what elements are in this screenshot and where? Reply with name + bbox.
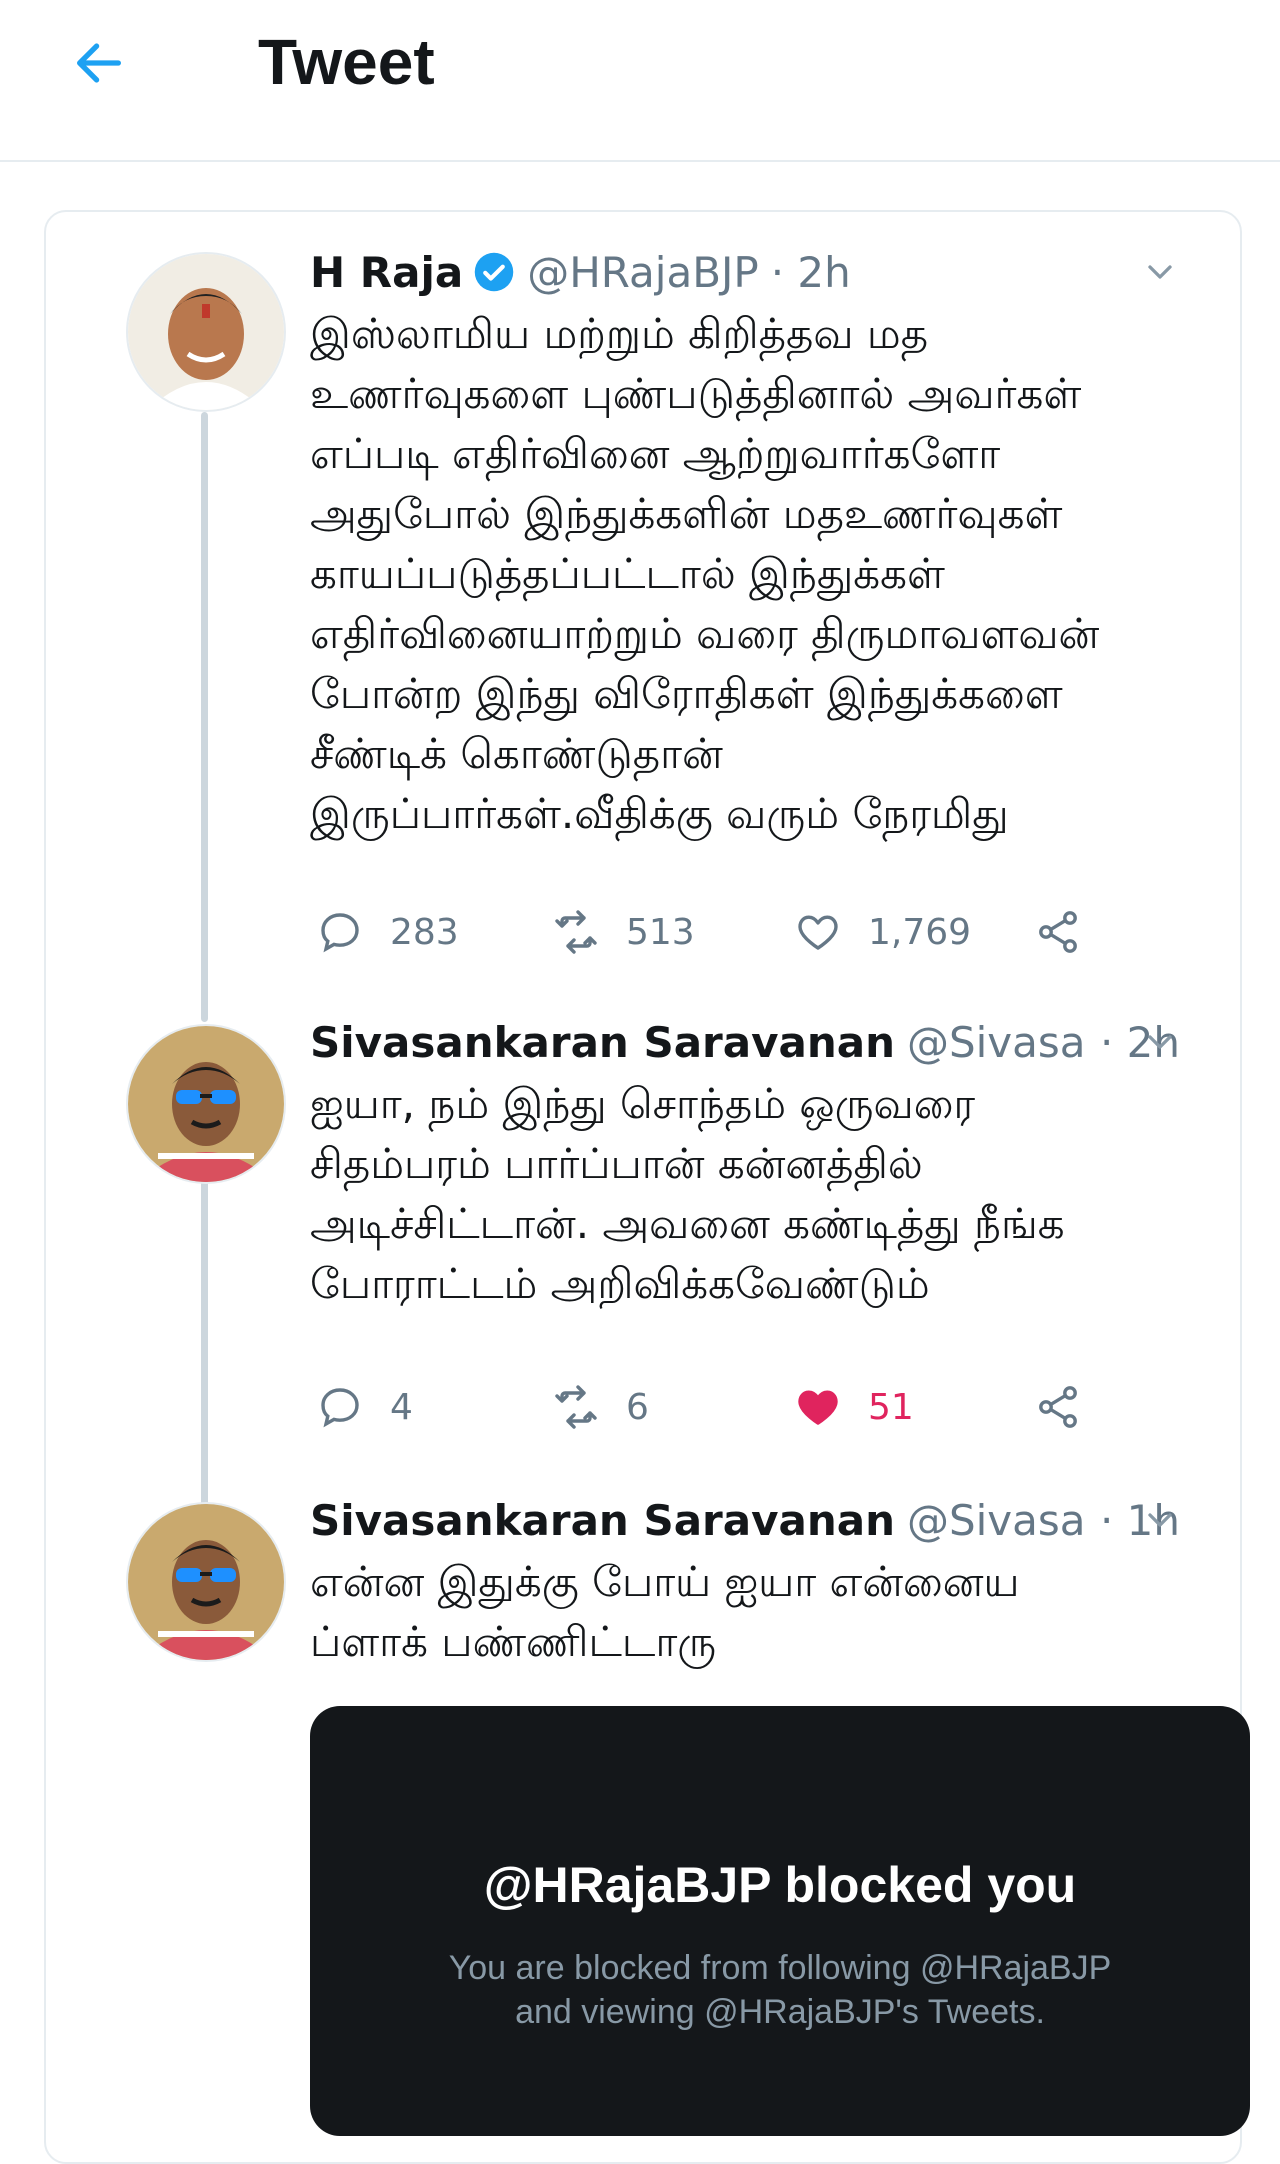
blocked-title: @HRajaBJP blocked you	[483, 1857, 1077, 1913]
author-handle[interactable]: @Sivasan...	[907, 1018, 1088, 1067]
share-icon	[1039, 911, 1077, 953]
tweet-header: H Raja @HRajaBJP · 2h	[310, 242, 1180, 302]
reply-button[interactable]: 283	[316, 902, 459, 962]
like-count: 1,769	[868, 911, 972, 953]
retweet-count: 6	[626, 1386, 649, 1428]
tweet-header: Sivasankaran Saravanan @Sivasan... · 2h	[310, 1012, 1180, 1072]
blocked-line-1: You are blocked from following @HRajaBJP	[448, 1949, 1112, 1987]
conversation-card: H Raja @HRajaBJP · 2h இஸ்லாமிய மற்றும் க…	[44, 210, 1250, 2164]
retweet-icon	[555, 910, 597, 954]
heart-icon	[798, 915, 838, 950]
blocked-description: You are blocked from following @HRajaBJP…	[310, 1946, 1250, 2034]
reply-icon	[321, 1388, 359, 1428]
like-button[interactable]: 1,769	[794, 902, 971, 962]
like-count: 51	[868, 1386, 914, 1428]
share-button[interactable]	[1034, 902, 1082, 962]
top-bar: Tweet	[0, 0, 1280, 162]
author-name[interactable]: H Raja	[310, 248, 463, 297]
verified-badge-icon	[474, 252, 514, 292]
reply-count: 4	[390, 1386, 413, 1428]
avatar[interactable]	[126, 252, 286, 412]
avatar[interactable]	[126, 1502, 286, 1662]
author-handle[interactable]: @HRajaBJP	[527, 248, 759, 297]
chevron-down-icon[interactable]	[1140, 1500, 1180, 1540]
avatar[interactable]	[126, 1024, 286, 1184]
tweet-actions: 4 6 51	[316, 1377, 1116, 1437]
retweet-count: 513	[626, 911, 695, 953]
retweet-button[interactable]: 513	[552, 902, 695, 962]
avatar-image	[128, 1504, 284, 1660]
reply-button[interactable]: 4	[316, 1377, 413, 1437]
tweet-time[interactable]: · 2h	[771, 248, 851, 297]
blocked-line-2: and viewing @HRajaBJP's Tweets.	[515, 1993, 1045, 2031]
blocked-notice-card: @HRajaBJP blocked you You are blocked fr…	[310, 1706, 1250, 2136]
author-name[interactable]: Sivasankaran Saravanan	[310, 1496, 895, 1545]
tweet-text: ஐயா, நம் இந்து சொந்தம் ஒருவரை சிதம்பரம் …	[310, 1079, 1065, 1308]
avatar-image	[128, 254, 284, 410]
thread-line	[201, 412, 208, 1022]
chevron-down-icon[interactable]	[1140, 252, 1180, 292]
tweet-actions: 283 513 1,769	[316, 902, 1116, 962]
back-button[interactable]	[64, 28, 134, 98]
author-name[interactable]: Sivasankaran Saravanan	[310, 1018, 895, 1067]
chevron-down-icon[interactable]	[1140, 1022, 1180, 1062]
avatar-image	[128, 1026, 284, 1182]
tweet-text: என்ன இதுக்கு போய் ஐயா என்னைய ப்ளாக் பண்ண…	[310, 1557, 1020, 1666]
share-icon	[1039, 1386, 1077, 1428]
reply-icon	[321, 913, 359, 953]
tweet-text: இஸ்லாமிய மற்றும் கிறித்தவ மத உணர்வுகளை ப…	[310, 309, 1100, 838]
like-button[interactable]: 51	[794, 1377, 914, 1437]
tweet-header: Sivasankaran Saravanan @Sivasan... · 1h	[310, 1490, 1180, 1550]
author-handle[interactable]: @Sivasan...	[907, 1496, 1088, 1545]
back-arrow-icon	[77, 43, 121, 83]
retweet-button[interactable]: 6	[552, 1377, 649, 1437]
reply-count: 283	[390, 911, 459, 953]
retweet-icon	[555, 1385, 597, 1429]
heart-icon	[798, 1390, 838, 1425]
page-title: Tweet	[258, 26, 435, 98]
share-button[interactable]	[1034, 1377, 1082, 1437]
